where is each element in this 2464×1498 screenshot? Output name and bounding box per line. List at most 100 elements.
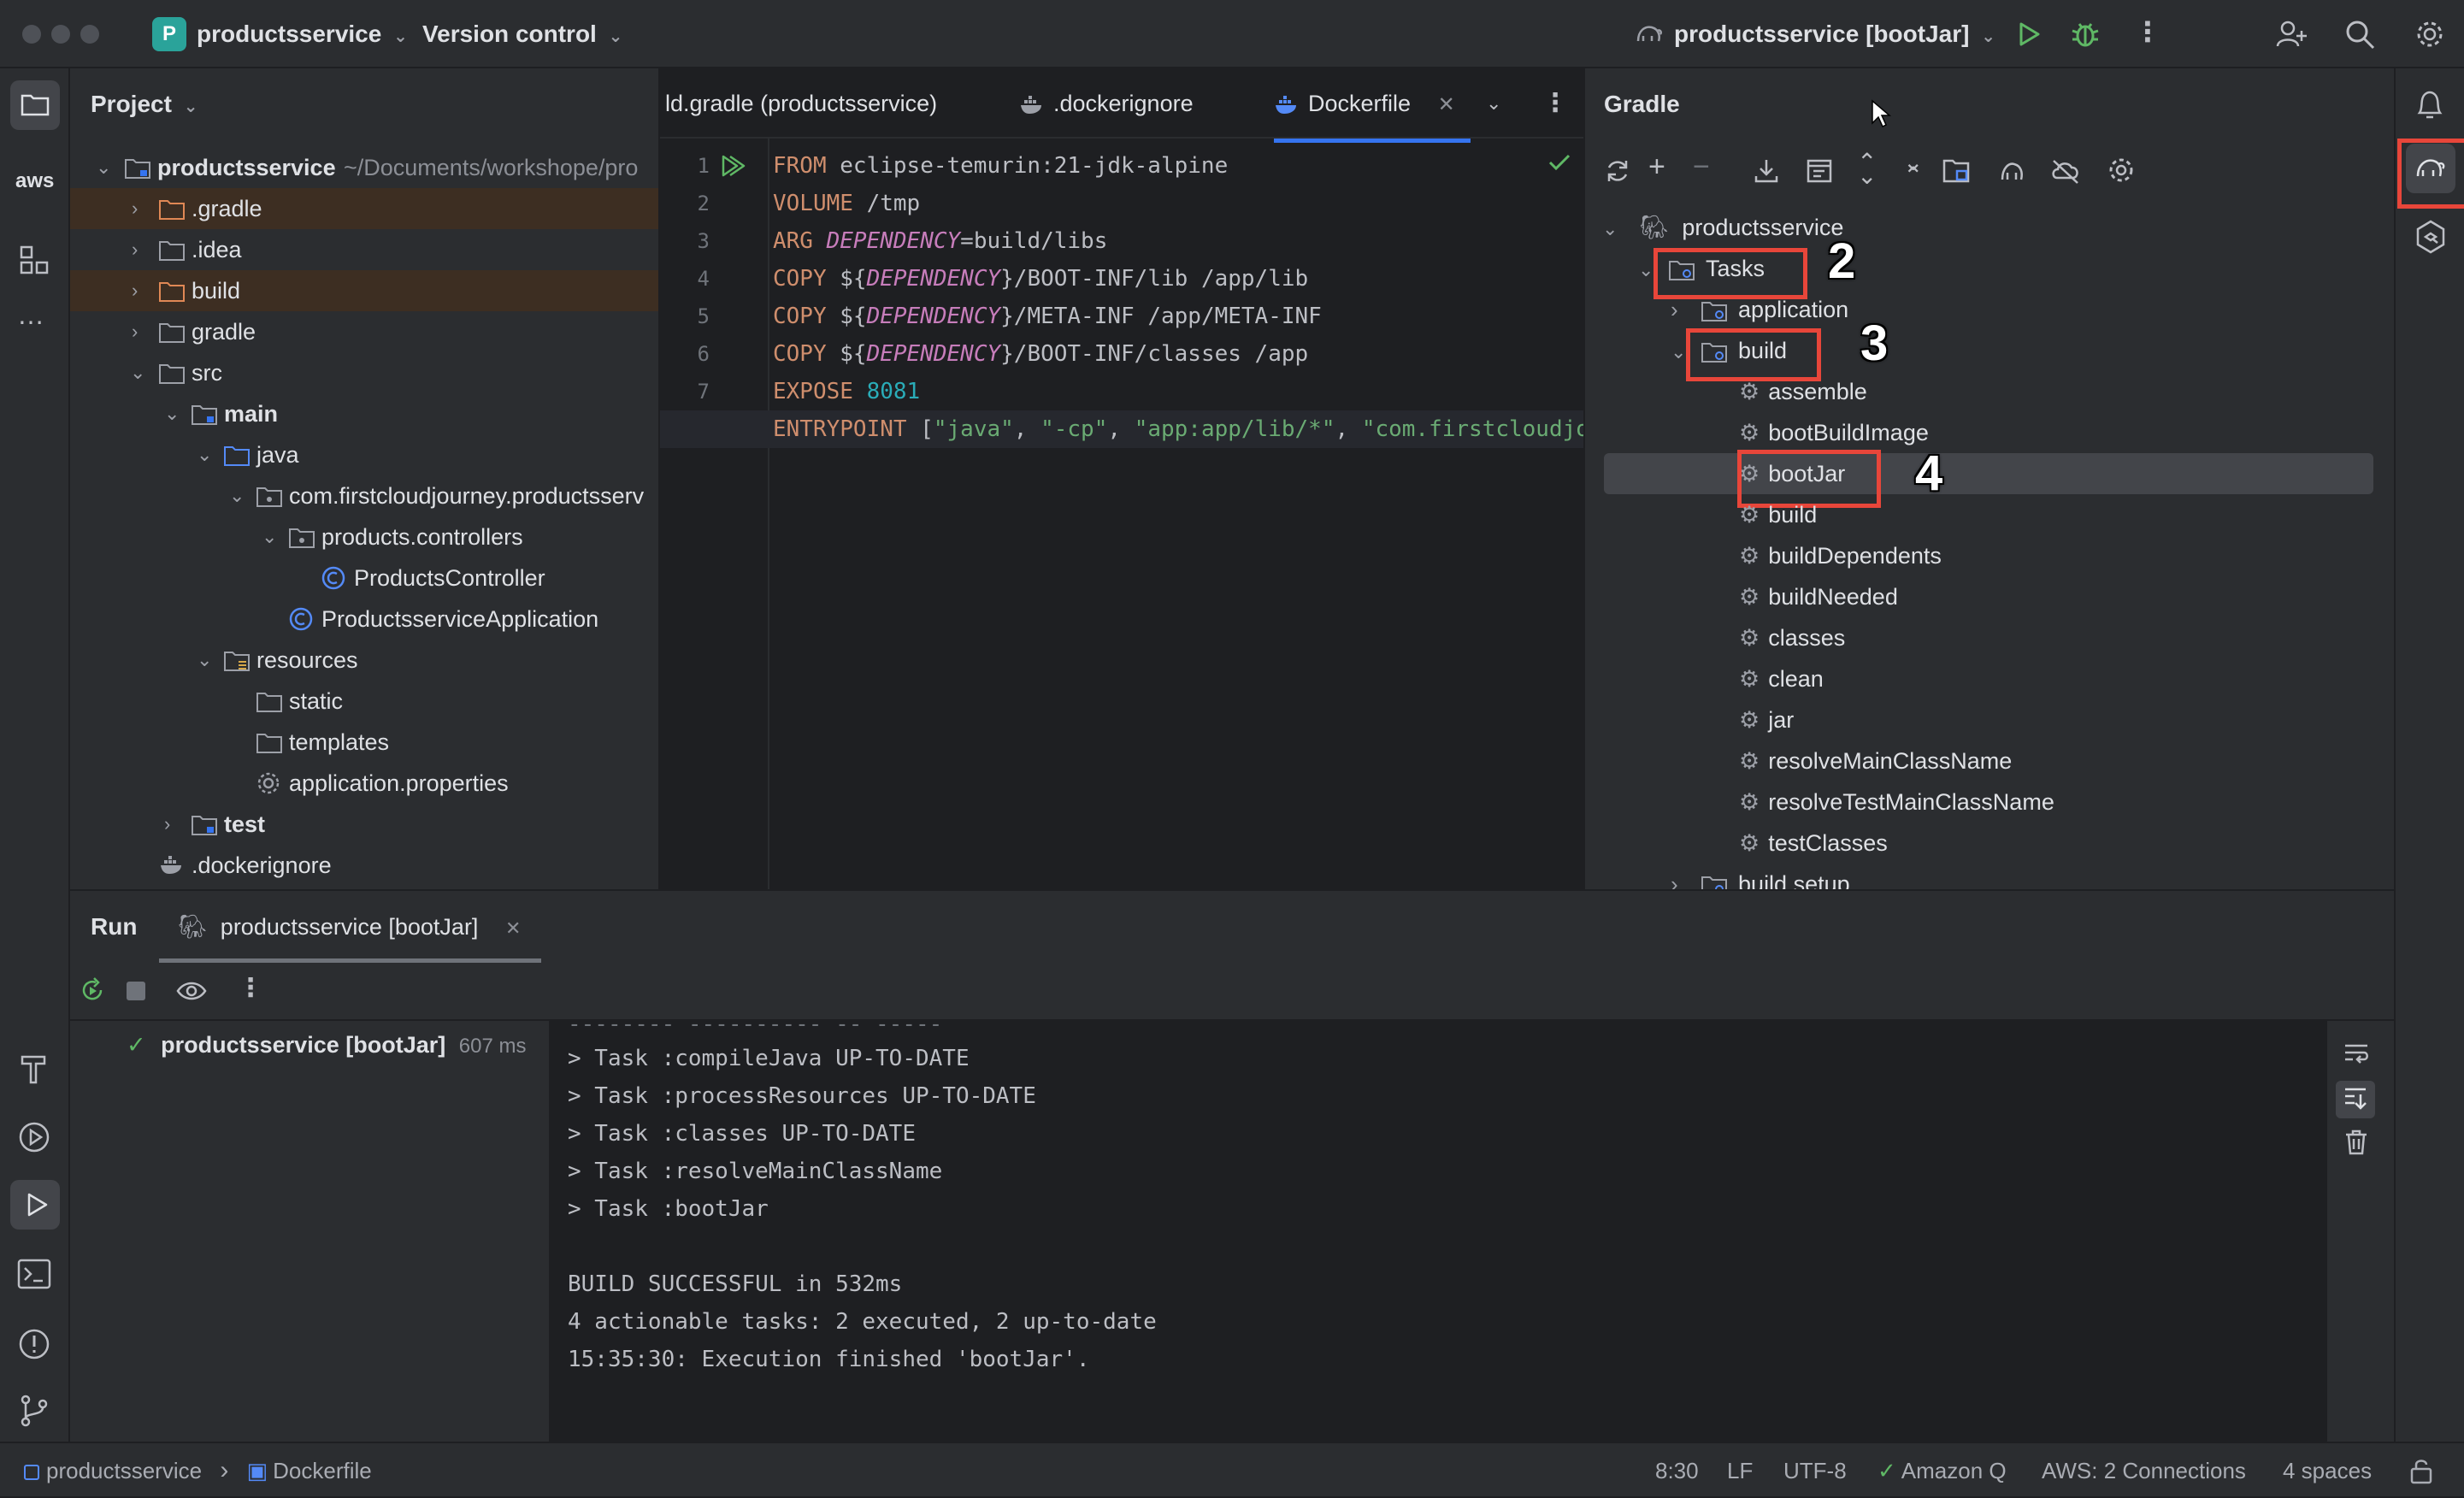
run-panel-title: Run bbox=[91, 913, 138, 940]
tree-item[interactable]: ProductsController bbox=[70, 557, 658, 599]
build-hammer-icon[interactable] bbox=[19, 1053, 50, 1086]
git-branch-icon[interactable] bbox=[19, 1394, 50, 1428]
terminal-icon[interactable] bbox=[17, 1259, 51, 1289]
file-encoding[interactable]: UTF-8 bbox=[1783, 1443, 1847, 1498]
soft-wrap-icon[interactable] bbox=[2343, 1041, 2370, 1065]
folder-icon bbox=[159, 323, 185, 343]
chevron-right-icon: › bbox=[132, 321, 139, 342]
tree-item[interactable]: application.properties bbox=[70, 763, 658, 804]
trash-icon[interactable] bbox=[2344, 1129, 2368, 1156]
tree-item[interactable]: ⌄ src bbox=[70, 352, 658, 393]
tree-item[interactable]: ⌄ java bbox=[70, 434, 658, 475]
tab-build-gradle[interactable]: ld.gradle (productsservice) bbox=[665, 68, 937, 139]
breadcrumb[interactable]: productsservice › ▣ Dockerfile bbox=[24, 1443, 372, 1498]
gradle-task[interactable]: ⚙ classes bbox=[1739, 617, 1845, 658]
problems-icon[interactable] bbox=[17, 1327, 51, 1361]
lock-icon[interactable] bbox=[2409, 1457, 2433, 1484]
tree-item[interactable]: ⌄ com.firstcloudjourney.productsserv bbox=[70, 475, 658, 516]
zoom-window-button[interactable] bbox=[80, 25, 99, 44]
tree-item-label: application.properties bbox=[289, 770, 509, 796]
gradle-task[interactable]: ⚙ resolveTestMainClassName bbox=[1739, 781, 2054, 823]
tree-item[interactable]: ⌄ resources bbox=[70, 640, 658, 681]
gradle-task[interactable]: ⚙ bootBuildImage bbox=[1739, 412, 1929, 453]
dependencies-icon[interactable] bbox=[1942, 157, 1972, 185]
tree-item[interactable]: › .idea bbox=[70, 229, 658, 270]
tab-dockerignore[interactable]: .dockerignore bbox=[1019, 68, 1194, 139]
expand-all-icon[interactable]: ⌃ ⌄ bbox=[1857, 150, 1877, 188]
rerun-icon[interactable] bbox=[79, 976, 106, 1004]
minimize-window-button[interactable] bbox=[51, 25, 70, 44]
run-config-selector[interactable]: productsservice [bootJar] ⌄ bbox=[1674, 0, 1995, 68]
project-tool-button[interactable] bbox=[10, 80, 60, 130]
amazon-q-icon[interactable] bbox=[2414, 219, 2447, 255]
tree-item-root[interactable]: ⌄ productsservice ~/Documents/workshope/… bbox=[70, 147, 658, 188]
tree-item[interactable]: ⌄ products.controllers bbox=[70, 516, 658, 557]
tree-item[interactable]: templates bbox=[70, 722, 658, 763]
tab-dockerfile[interactable]: Dockerfile ✕ bbox=[1274, 68, 1471, 143]
download-sources-icon[interactable] bbox=[1753, 157, 1780, 185]
run-tool-button[interactable] bbox=[10, 1180, 60, 1230]
reload-icon[interactable] bbox=[1604, 157, 1631, 185]
tree-item[interactable]: .dockerignore bbox=[70, 845, 658, 886]
run-icon[interactable] bbox=[2014, 21, 2042, 48]
scroll-to-end-button[interactable] bbox=[2336, 1081, 2375, 1118]
add-user-icon[interactable] bbox=[2276, 19, 2307, 50]
tree-item[interactable]: ProductsserviceApplication bbox=[70, 599, 658, 640]
indent-setting[interactable]: 4 spaces bbox=[2283, 1443, 2372, 1498]
tree-item[interactable]: › test bbox=[70, 804, 658, 845]
amazon-q-status[interactable]: ✓ Amazon Q bbox=[1877, 1443, 2007, 1498]
more-tools-icon[interactable]: … bbox=[17, 299, 46, 331]
code-content[interactable]: FROM eclipse-temurin:21-jdk-alpine VOLUM… bbox=[660, 147, 1583, 489]
gradle-tree-build-setup[interactable]: › build setup bbox=[1671, 864, 1850, 889]
gradle-tree-root[interactable]: ⌄ 🐘︎ productsservice bbox=[1602, 207, 1843, 248]
gradle-config-icon[interactable] bbox=[1999, 157, 2026, 185]
aws-icon[interactable]: aws bbox=[15, 169, 54, 193]
gradle-task[interactable]: ⚙ assemble bbox=[1739, 371, 1867, 412]
console-output[interactable]: -------- ---------- -- ----- > Task :com… bbox=[549, 1021, 2327, 1443]
gradle-task[interactable]: ⚙ buildNeeded bbox=[1739, 576, 1898, 617]
chevron-right-icon: › bbox=[132, 239, 139, 260]
notifications-bell-icon[interactable] bbox=[2414, 89, 2445, 121]
eye-icon[interactable] bbox=[176, 978, 207, 1004]
search-icon[interactable] bbox=[2344, 19, 2375, 50]
stop-icon[interactable] bbox=[127, 982, 145, 1000]
gradle-task[interactable]: ⚙ resolveMainClassName bbox=[1739, 740, 2012, 781]
structure-icon[interactable] bbox=[19, 245, 50, 275]
tree-item[interactable]: › gradle bbox=[70, 311, 658, 352]
debug-icon[interactable] bbox=[2071, 19, 2100, 50]
execute-task-icon[interactable] bbox=[1806, 157, 1833, 185]
close-tab-icon[interactable]: ✕ bbox=[505, 917, 521, 939]
build-setup-label: build setup bbox=[1738, 871, 1850, 889]
close-tab-icon[interactable]: ✕ bbox=[1438, 93, 1455, 116]
tab-more-icon[interactable]: ⋮ bbox=[1542, 68, 1568, 139]
services-icon[interactable] bbox=[17, 1120, 51, 1154]
more-options-icon[interactable]: ⋮ bbox=[238, 973, 263, 1003]
aws-connections[interactable]: AWS: 2 Connections bbox=[2042, 1443, 2246, 1498]
caret-position[interactable]: 8:30 bbox=[1655, 1443, 1699, 1498]
gradle-task[interactable]: ⚙ clean bbox=[1739, 658, 1824, 699]
gradle-task[interactable]: ⚙ build bbox=[1739, 494, 1817, 535]
project-switcher[interactable]: productsservice ⌄ bbox=[197, 0, 408, 68]
offline-mode-icon[interactable] bbox=[2050, 157, 2081, 185]
project-panel-header[interactable]: Project ⌄ bbox=[91, 68, 197, 140]
gradle-task[interactable]: ⚙ jar bbox=[1739, 699, 1794, 740]
add-icon[interactable]: + bbox=[1648, 150, 1665, 184]
gradle-tree-application[interactable]: › application bbox=[1671, 289, 1848, 330]
tree-item[interactable]: › .gradle bbox=[70, 188, 658, 229]
tree-item[interactable]: › build bbox=[70, 270, 658, 311]
gradle-task[interactable]: ⚙ buildDependents bbox=[1739, 535, 1942, 576]
close-window-button[interactable] bbox=[22, 25, 41, 44]
tree-item[interactable]: static bbox=[70, 681, 658, 722]
run-tab[interactable]: 🐘︎ productsservice [bootJar] ✕ bbox=[159, 891, 542, 963]
run-tree-item[interactable]: ✓ productsservice [bootJar] 607 ms bbox=[127, 1024, 526, 1065]
gradle-task[interactable]: ⚙ testClasses bbox=[1739, 823, 1888, 864]
more-actions-icon[interactable]: ⋮ bbox=[2134, 15, 2161, 48]
tree-item[interactable]: ⌄ main bbox=[70, 393, 658, 434]
remove-icon[interactable]: − bbox=[1693, 150, 1710, 184]
tab-list-chevron-icon[interactable]: ⌄ bbox=[1486, 68, 1501, 139]
line-separator[interactable]: LF bbox=[1727, 1443, 1753, 1498]
vcs-menu[interactable]: Version control ⌄ bbox=[422, 0, 622, 68]
settings-gear-icon[interactable] bbox=[2414, 19, 2445, 50]
collapse-all-icon[interactable]: ⌄ ⌃ bbox=[1903, 150, 1923, 188]
gradle-settings-icon[interactable] bbox=[2107, 156, 2136, 185]
